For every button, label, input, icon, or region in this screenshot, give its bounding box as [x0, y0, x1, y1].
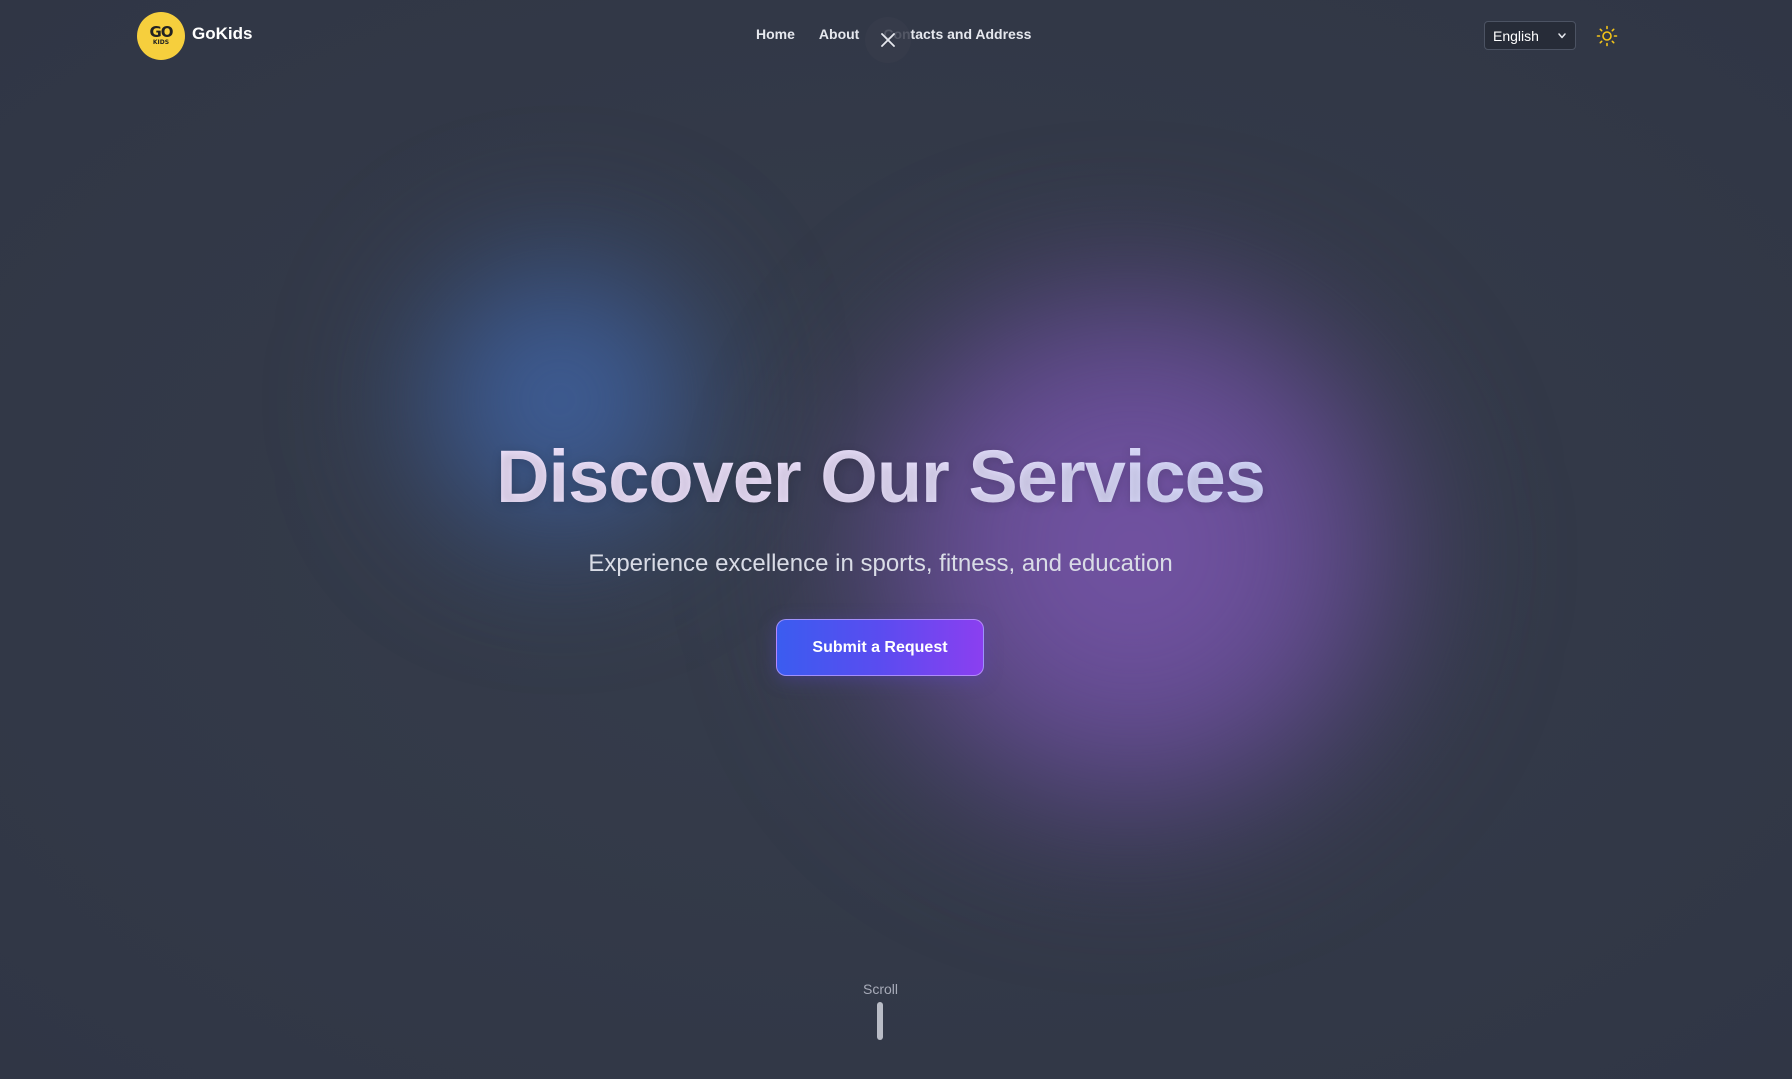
close-button[interactable] — [865, 17, 911, 63]
chevron-down-icon — [1558, 33, 1566, 39]
brand-name[interactable]: GoKids — [192, 24, 252, 44]
sun-icon[interactable] — [1596, 25, 1618, 47]
scroll-indicator[interactable] — [877, 1002, 883, 1040]
background-blue-glow — [370, 220, 750, 580]
close-icon — [881, 33, 895, 47]
submit-request-button[interactable]: Submit a Request — [776, 619, 984, 676]
scroll-label: Scroll — [862, 981, 898, 997]
language-select-value: English — [1493, 27, 1539, 44]
logo-kids-text: KIDS — [152, 39, 170, 46]
nav-item-home[interactable]: Home — [756, 26, 795, 42]
logo-go-text: GO — [149, 23, 173, 41]
hero-title: Discover Our Services — [0, 432, 1761, 522]
nav-item-about[interactable]: About — [819, 26, 859, 42]
language-select[interactable]: English — [1484, 21, 1576, 50]
page: GO KIDS GoKids Home About Contacts and A… — [0, 0, 1792, 1079]
logo[interactable]: GO KIDS — [137, 12, 185, 60]
hero-subtitle: Experience excellence in sports, fitness… — [588, 550, 1173, 577]
site-header: GO KIDS GoKids Home About Contacts and A… — [0, 0, 1792, 72]
